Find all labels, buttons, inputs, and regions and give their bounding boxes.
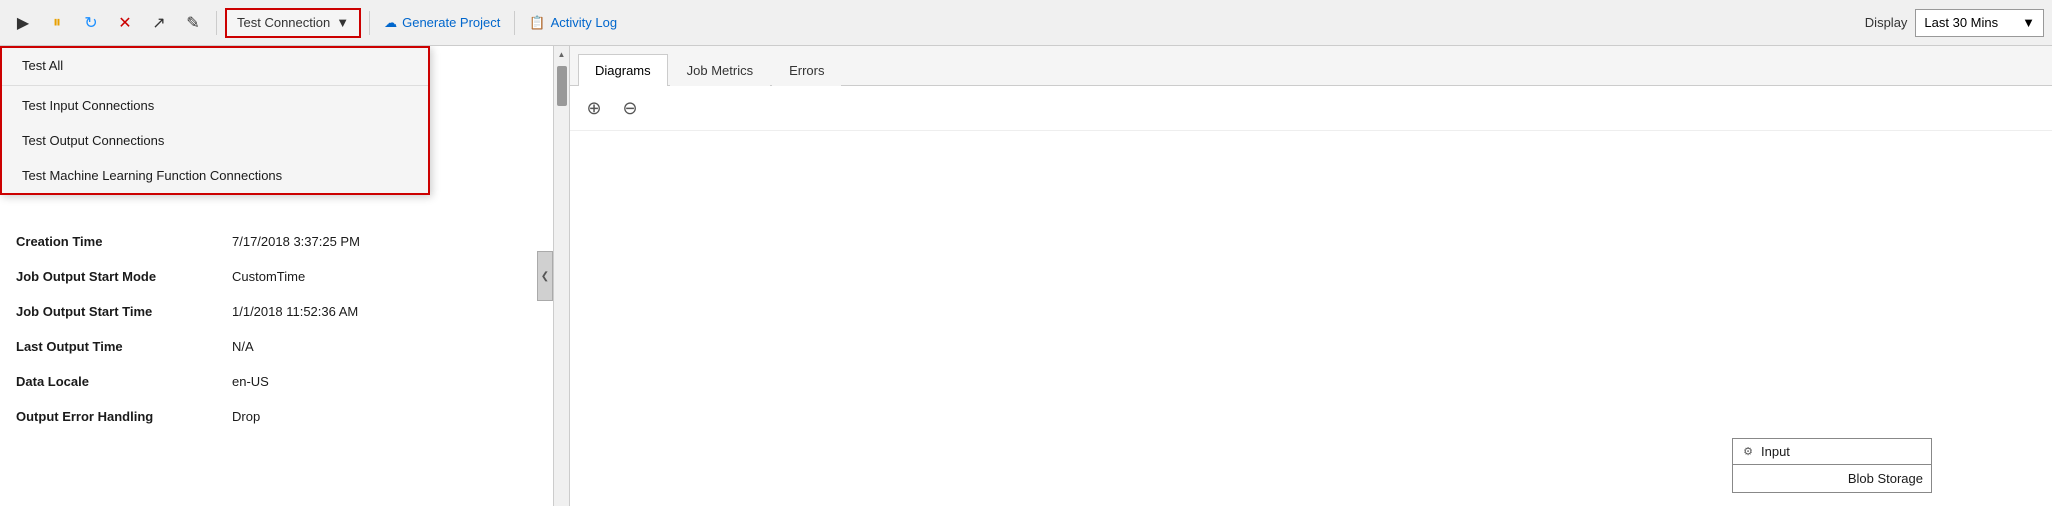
- prop-row-output-start-time: Job Output Start Time 1/1/2018 11:52:36 …: [16, 299, 553, 324]
- prop-value-output-start-time: 1/1/2018 11:52:36 AM: [232, 304, 358, 319]
- prop-row-last-output-time: Last Output Time N/A: [16, 334, 553, 359]
- separator: [216, 11, 217, 35]
- main-area: Test All Test Input Connections Test Out…: [0, 46, 2052, 506]
- log-icon: 📋: [529, 15, 545, 31]
- tab-diagrams[interactable]: Diagrams: [578, 54, 668, 86]
- dropdown-item-test-all[interactable]: Test All: [2, 48, 428, 86]
- dropdown-item-test-ml[interactable]: Test Machine Learning Function Connectio…: [2, 158, 428, 193]
- scrollbar[interactable]: ▲: [553, 46, 569, 506]
- pause-button[interactable]: ⏸: [42, 8, 72, 38]
- dropdown-item-test-input[interactable]: Test Input Connections: [2, 88, 428, 123]
- play-button[interactable]: ▶: [8, 8, 38, 38]
- open-button[interactable]: ↗: [144, 8, 174, 38]
- diagram-area: ⊕ ⊖ ⚙ Input Blob Storage: [570, 86, 2052, 506]
- prop-row-creation-time: Creation Time 7/17/2018 3:37:25 PM: [16, 229, 553, 254]
- node-header: ⚙ Input: [1733, 439, 1931, 465]
- generate-project-label: Generate Project: [402, 15, 500, 30]
- scroll-thumb[interactable]: [557, 66, 567, 106]
- prop-value-output-start-mode: CustomTime: [232, 269, 305, 284]
- close-button[interactable]: ✕: [110, 8, 140, 38]
- toolbar-right: Display Last 30 Mins ▼: [1865, 9, 2044, 37]
- display-dropdown-arrow: ▼: [2022, 15, 2035, 30]
- test-connection-button[interactable]: Test Connection ▼: [225, 8, 361, 38]
- prop-label-data-locale: Data Locale: [16, 374, 216, 389]
- dropdown-item-test-output[interactable]: Test Output Connections: [2, 123, 428, 158]
- diagram-canvas: ⚙ Input Blob Storage: [570, 131, 2052, 503]
- zoom-in-icon: ⊕: [586, 98, 601, 119]
- node-header-label: Input: [1761, 444, 1790, 459]
- collapse-panel-button[interactable]: ❮: [537, 251, 553, 301]
- prop-value-last-output-time: N/A: [232, 339, 254, 354]
- dropdown-arrow-icon: ▼: [336, 15, 349, 30]
- zoom-out-icon: ⊖: [622, 98, 637, 119]
- tab-job-metrics[interactable]: Job Metrics: [670, 54, 770, 86]
- prop-label-creation-time: Creation Time: [16, 234, 216, 249]
- tab-errors[interactable]: Errors: [772, 54, 841, 86]
- prop-row-output-start-mode: Job Output Start Mode CustomTime: [16, 264, 553, 289]
- separator2: [369, 11, 370, 35]
- display-value: Last 30 Mins: [1924, 15, 1998, 30]
- refresh-button[interactable]: ↻: [76, 8, 106, 38]
- prop-value-creation-time: 7/17/2018 3:37:25 PM: [232, 234, 360, 249]
- pause-icon: ⏸: [53, 14, 61, 32]
- node-gear-icon: ⚙: [1741, 445, 1755, 459]
- prop-label-last-output-time: Last Output Time: [16, 339, 216, 354]
- diagram-node-input-blob[interactable]: ⚙ Input Blob Storage: [1732, 438, 1932, 493]
- activity-log-label: Activity Log: [551, 15, 617, 30]
- diagram-toolbar: ⊕ ⊖: [570, 86, 2052, 131]
- test-connection-dropdown: Test All Test Input Connections Test Out…: [0, 46, 430, 195]
- separator3: [514, 11, 515, 35]
- close-icon: ✕: [118, 13, 131, 33]
- properties-panel: Creation Time 7/17/2018 3:37:25 PM Job O…: [0, 221, 569, 506]
- generate-project-link[interactable]: ☁ Generate Project: [378, 11, 506, 35]
- prop-label-output-error: Output Error Handling: [16, 409, 216, 424]
- edit-button[interactable]: ✎: [178, 8, 208, 38]
- right-panel: Diagrams Job Metrics Errors ⊕ ⊖: [570, 46, 2052, 506]
- scroll-up-arrow[interactable]: ▲: [554, 46, 570, 62]
- zoom-in-button[interactable]: ⊕: [580, 94, 608, 122]
- prop-value-output-error: Drop: [232, 409, 260, 424]
- prop-row-data-locale: Data Locale en-US: [16, 369, 553, 394]
- edit-icon: ✎: [186, 13, 199, 33]
- zoom-out-button[interactable]: ⊖: [616, 94, 644, 122]
- play-icon: ▶: [17, 13, 29, 33]
- cloud-icon: ☁: [384, 15, 397, 31]
- display-dropdown[interactable]: Last 30 Mins ▼: [1915, 9, 2044, 37]
- test-connection-label: Test Connection: [237, 15, 330, 30]
- left-panel: Test All Test Input Connections Test Out…: [0, 46, 570, 506]
- activity-log-link[interactable]: 📋 Activity Log: [523, 11, 623, 35]
- open-icon: ↗: [152, 13, 165, 33]
- prop-label-output-start-time: Job Output Start Time: [16, 304, 216, 319]
- refresh-icon: ↻: [84, 13, 97, 33]
- node-body: Blob Storage: [1733, 465, 1931, 492]
- prop-value-data-locale: en-US: [232, 374, 269, 389]
- prop-label-output-start-mode: Job Output Start Mode: [16, 269, 216, 284]
- prop-row-output-error: Output Error Handling Drop: [16, 404, 553, 429]
- collapse-icon: ❮: [541, 271, 549, 282]
- tabs-bar: Diagrams Job Metrics Errors: [570, 46, 2052, 86]
- node-body-label: Blob Storage: [1848, 471, 1923, 486]
- toolbar: ▶ ⏸ ↻ ✕ ↗ ✎ Test Connection ▼ ☁ Generate…: [0, 0, 2052, 46]
- display-label: Display: [1865, 15, 1908, 30]
